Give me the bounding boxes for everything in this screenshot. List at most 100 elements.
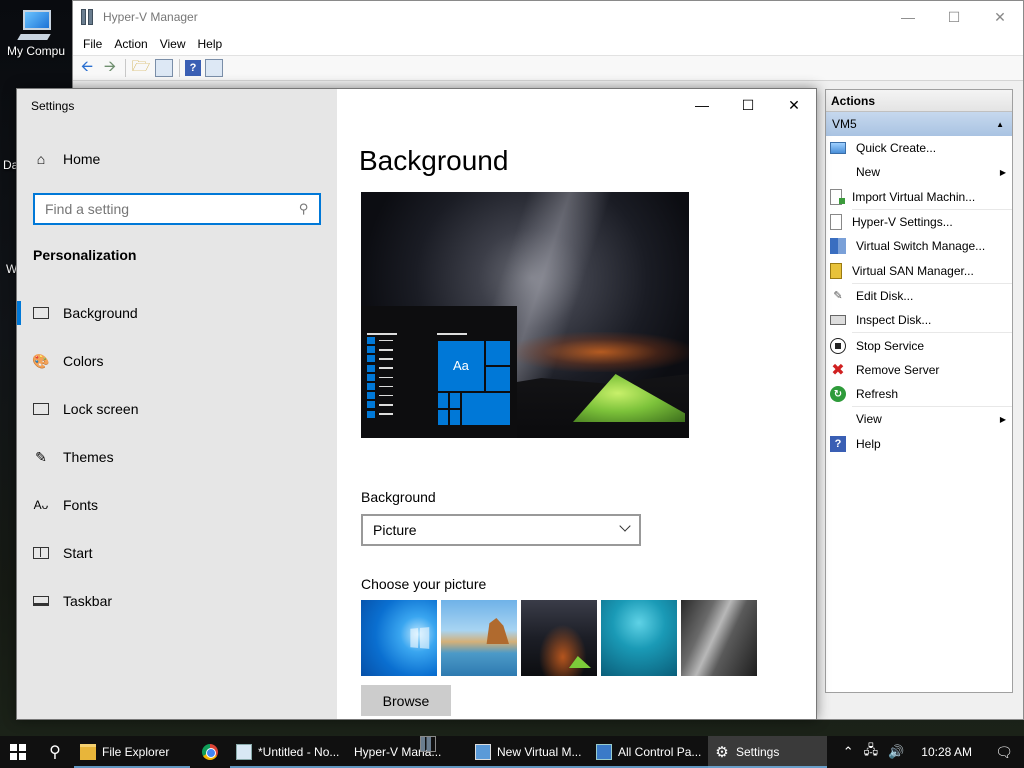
action-import-virtual-machine[interactable]: Import Virtual Machin... xyxy=(826,185,1012,209)
taskbar-item-file-explorer[interactable]: File Explorer xyxy=(74,736,190,768)
taskbar-item-label: *Untitled - No... xyxy=(258,745,340,759)
nav-item-fonts[interactable]: Aᴗ Fonts xyxy=(17,481,337,529)
action-label: Hyper-V Settings... xyxy=(852,215,953,230)
submenu-arrow-icon: ▶ xyxy=(999,414,1006,424)
computer-icon xyxy=(17,8,55,42)
close-button[interactable]: ✕ xyxy=(771,89,816,121)
nav-item-taskbar[interactable]: Taskbar xyxy=(17,577,337,625)
page-title: Background xyxy=(359,145,509,176)
show-hide-action-pane-icon[interactable] xyxy=(205,59,223,77)
show-hide-console-tree-icon[interactable] xyxy=(155,59,173,77)
nav-item-background[interactable]: Background xyxy=(17,289,337,337)
taskbar-item-new-virtual-machine[interactable]: New Virtual M... xyxy=(469,736,590,768)
action-label: Inspect Disk... xyxy=(856,313,932,328)
clock[interactable]: 10:28 AM xyxy=(909,745,984,759)
browse-button[interactable]: Browse xyxy=(361,685,451,716)
menu-action[interactable]: Action xyxy=(108,37,153,51)
volume-icon[interactable]: 🔊 xyxy=(883,744,909,760)
personalization-nav: Background 🎨 Colors Lock screen ✎ Themes A… xyxy=(17,289,337,625)
forward-arrow-icon[interactable]: 🡪 xyxy=(100,58,120,78)
pencil-icon: ✎ xyxy=(833,290,843,303)
hyperv-menubar: File Action View Help xyxy=(73,33,1023,55)
picture-thumbnail[interactable] xyxy=(601,600,677,676)
action-center-icon[interactable]: 🗨 xyxy=(984,744,1024,761)
taskbar-item-control-panel[interactable]: All Control Pa... xyxy=(590,736,708,768)
action-virtual-san-manager[interactable]: Virtual SAN Manager... xyxy=(826,258,1012,282)
action-refresh[interactable]: ↻ Refresh xyxy=(826,382,1012,406)
search-input[interactable] xyxy=(45,201,300,217)
action-label: Remove Server xyxy=(856,362,940,377)
action-new[interactable]: New ▶ xyxy=(826,160,1012,184)
nav-item-label: Taskbar xyxy=(63,593,113,609)
picture-thumbnail[interactable] xyxy=(521,600,597,676)
nav-item-label: Themes xyxy=(63,449,114,465)
toolbar-separator xyxy=(125,59,126,77)
taskbar-item-label: New Virtual M... xyxy=(497,745,582,759)
taskbar-search-icon[interactable]: ⚲ xyxy=(36,736,74,768)
nav-item-lock-screen[interactable]: Lock screen xyxy=(17,385,337,433)
taskbar-item-notepad[interactable]: *Untitled - No... xyxy=(230,736,348,768)
palette-icon: 🎨 xyxy=(32,352,50,369)
search-icon[interactable]: ⚲ xyxy=(299,201,309,217)
nav-home[interactable]: ⌂ Home xyxy=(33,151,101,167)
help-icon[interactable]: ? xyxy=(185,60,201,76)
taskbar-item-hyperv-manager[interactable]: Hyper-V Mana... xyxy=(348,736,469,768)
taskbar-item-chrome[interactable] xyxy=(190,736,230,768)
picture-thumbnail[interactable] xyxy=(441,600,517,676)
import-icon xyxy=(830,188,845,205)
action-stop-service[interactable]: Stop Service xyxy=(826,333,1012,357)
actions-pane: Actions VM5 ▲ Quick Create... New ▶ Impor… xyxy=(825,89,1013,693)
maximize-button[interactable]: ☐ xyxy=(725,89,771,121)
menu-file[interactable]: File xyxy=(77,37,108,51)
hyperv-titlebar[interactable]: Hyper-V Manager — ☐ ✕ xyxy=(73,1,1023,33)
switch-icon xyxy=(830,238,846,255)
nav-item-themes[interactable]: ✎ Themes xyxy=(17,433,337,481)
toolbar-separator xyxy=(179,59,180,77)
minimize-button[interactable]: — xyxy=(885,1,931,33)
action-inspect-disk[interactable]: Inspect Disk... xyxy=(826,308,1012,332)
up-folder-icon[interactable]: 🗁 xyxy=(131,58,151,78)
menu-help[interactable]: Help xyxy=(192,37,229,51)
actions-group-vm5[interactable]: VM5 ▲ xyxy=(826,112,1012,136)
nav-home-label: Home xyxy=(63,151,101,167)
action-virtual-switch-manager[interactable]: Virtual Switch Manage... xyxy=(826,234,1012,258)
nav-item-start[interactable]: Start xyxy=(17,529,337,577)
maximize-button[interactable]: ☐ xyxy=(931,1,977,33)
search-box[interactable]: ⚲ xyxy=(33,193,321,225)
preview-tile-text: Aa xyxy=(453,358,469,373)
show-hidden-icons-chevron-icon[interactable]: ⌃ xyxy=(838,744,859,760)
settings-content: — ☐ ✕ Background Aa Background Picture C… xyxy=(337,89,816,719)
action-label: Edit Disk... xyxy=(856,288,914,303)
network-icon[interactable]: 🖧 xyxy=(859,741,884,763)
folder-icon xyxy=(80,744,96,760)
settings-sidebar: Settings ⌂ Home ⚲ Personalization Backgr… xyxy=(17,89,337,719)
action-remove-server[interactable]: ✖ Remove Server xyxy=(826,358,1012,382)
blank-icon xyxy=(830,411,846,427)
background-dropdown[interactable]: Picture xyxy=(361,514,641,546)
system-tray: ⌃ 🖧 🔊 10:28 AM 🗨 xyxy=(838,736,1024,768)
close-button[interactable]: ✕ xyxy=(977,1,1023,33)
nav-item-colors[interactable]: 🎨 Colors xyxy=(17,337,337,385)
action-quick-create[interactable]: Quick Create... xyxy=(826,136,1012,160)
background-dropdown-value: Picture xyxy=(373,522,417,538)
start-icon xyxy=(33,547,49,559)
picture-thumbnail[interactable] xyxy=(361,600,437,676)
back-arrow-icon[interactable]: 🡨 xyxy=(77,58,97,78)
hyperv-window-title: Hyper-V Manager xyxy=(103,10,198,24)
nav-item-label: Colors xyxy=(63,353,104,369)
action-edit-disk[interactable]: ✎ Edit Disk... xyxy=(826,284,1012,308)
taskbar-item-label: File Explorer xyxy=(102,745,170,759)
start-button[interactable] xyxy=(0,736,36,768)
action-hyperv-settings[interactable]: Hyper-V Settings... xyxy=(826,210,1012,234)
picture-thumbnail[interactable] xyxy=(681,600,757,676)
desktop-icon-my-computer[interactable]: My Compu xyxy=(0,4,72,58)
action-view[interactable]: View ▶ xyxy=(826,407,1012,431)
desktop-icon-label: My Compu xyxy=(6,44,65,58)
start-menu-mockup: Aa xyxy=(361,306,517,438)
lock-screen-icon xyxy=(33,403,49,415)
collapse-caret-icon[interactable]: ▲ xyxy=(996,120,1004,129)
menu-view[interactable]: View xyxy=(154,37,192,51)
minimize-button[interactable]: — xyxy=(679,89,725,121)
action-help[interactable]: ? Help xyxy=(826,432,1012,456)
taskbar-item-settings[interactable]: ⚙ Settings xyxy=(708,736,827,768)
